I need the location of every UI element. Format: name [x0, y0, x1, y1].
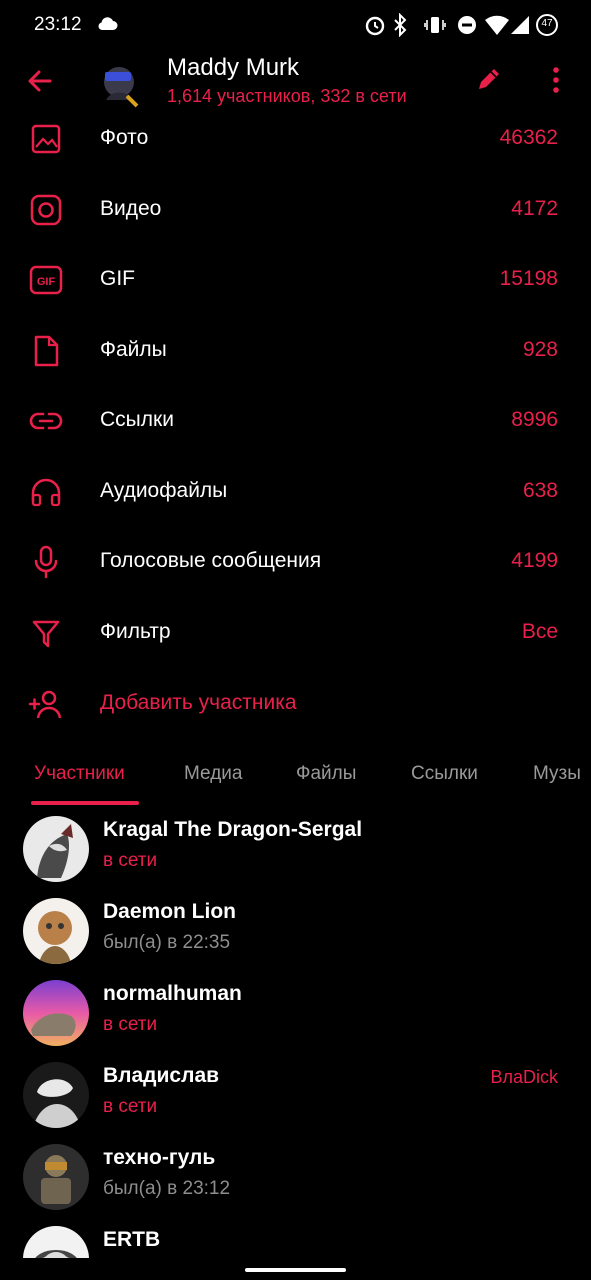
member-row[interactable]: ERTB	[0, 1223, 591, 1258]
active-tab-indicator	[31, 801, 139, 805]
menu-item-videos[interactable]: Видео 4172	[0, 175, 591, 245]
menu-item-voice[interactable]: Голосовые сообщения 4199	[0, 527, 591, 597]
tab-members[interactable]: Участники	[34, 763, 125, 785]
add-user-icon	[28, 690, 62, 719]
menu-item-filter[interactable]: Фильтр Все	[0, 598, 591, 668]
menu-item-audio[interactable]: Аудиофайлы 638	[0, 457, 591, 527]
menu-item-count: 928	[522, 338, 558, 361]
menu-item-label: Ссылки	[100, 408, 174, 431]
vibrate-icon	[424, 17, 446, 33]
member-row[interactable]: Владислав в сети ВлаDick	[0, 1059, 591, 1141]
menu-item-count: 8996	[511, 408, 558, 431]
menu-item-label: GIF	[100, 267, 135, 290]
member-name: Kragal The Dragon-Sergal	[103, 818, 363, 841]
svg-text:GIF: GIF	[37, 276, 56, 288]
member-row[interactable]: Kragal The Dragon-Sergal в сети	[0, 813, 591, 895]
menu-item-count: 4199	[511, 549, 558, 572]
file-icon	[34, 335, 59, 367]
tab-links[interactable]: Ссылки	[411, 763, 478, 785]
video-icon	[30, 194, 62, 226]
member-custom-title: ВлаDick	[490, 1067, 558, 1087]
member-row[interactable]: Daemon Lion был(а) в 22:35	[0, 895, 591, 977]
member-status: в сети	[103, 1096, 158, 1117]
menu-item-count: 46362	[499, 126, 558, 149]
avatar	[23, 980, 89, 1046]
headphones-icon	[31, 478, 61, 507]
alarm-icon	[365, 16, 385, 36]
member-status: в сети	[103, 850, 158, 871]
menu-item-count: 638	[522, 479, 558, 502]
member-row[interactable]: техно-гуль был(а) в 23:12	[0, 1141, 591, 1223]
avatar	[23, 898, 89, 964]
edit-pencil-icon[interactable]	[474, 64, 504, 94]
add-member-label: Добавить участника	[100, 691, 297, 714]
avatar	[23, 816, 89, 882]
add-member-button[interactable]: Добавить участника	[0, 669, 591, 739]
menu-item-gif[interactable]: GIF GIF 15198	[0, 245, 591, 315]
do-not-disturb-icon	[458, 16, 476, 34]
signal-icon	[511, 16, 529, 34]
member-name: Владислав	[103, 1064, 220, 1087]
wifi-icon	[485, 15, 509, 36]
avatar	[23, 1062, 89, 1128]
menu-item-files[interactable]: Файлы 928	[0, 316, 591, 386]
member-name: normalhuman	[103, 982, 242, 1005]
member-name: ERTB	[103, 1228, 161, 1251]
member-name: Daemon Lion	[103, 900, 237, 923]
filter-value[interactable]: Все	[522, 620, 558, 644]
menu-item-label: Видео	[100, 197, 162, 220]
menu-item-label: Фото	[100, 126, 149, 149]
chat-title: Maddy Murk	[167, 54, 300, 81]
battery-level: 47	[541, 18, 553, 29]
avatar	[23, 1226, 89, 1258]
cloud-icon	[98, 17, 118, 30]
status-time: 23:12	[34, 14, 82, 35]
menu-item-label: Голосовые сообщения	[100, 549, 322, 572]
bluetooth-icon	[394, 13, 407, 37]
tab-music[interactable]: Музы	[533, 763, 581, 785]
menu-item-label: Файлы	[100, 338, 167, 361]
menu-item-links[interactable]: Ссылки 8996	[0, 386, 591, 456]
menu-item-photos[interactable]: Фото 46362	[0, 104, 591, 174]
menu-item-label: Аудиофайлы	[100, 479, 228, 502]
member-status: в сети	[103, 1014, 158, 1035]
menu-item-count: 4172	[511, 197, 558, 220]
more-vertical-icon[interactable]	[546, 64, 566, 96]
gif-icon: GIF	[29, 265, 63, 295]
photo-icon	[31, 124, 61, 154]
back-arrow-icon[interactable]	[22, 63, 58, 99]
menu-item-count: 15198	[499, 267, 558, 290]
tab-files[interactable]: Файлы	[296, 763, 356, 785]
filter-icon	[32, 620, 60, 648]
avatar	[23, 1144, 89, 1210]
microphone-icon	[34, 545, 58, 579]
menu-item-label: Фильтр	[100, 620, 171, 643]
member-status: был(а) в 22:35	[103, 932, 231, 953]
gesture-nav-bar[interactable]	[245, 1268, 346, 1272]
member-row[interactable]: normalhuman в сети	[0, 977, 591, 1059]
status-bar: 23:12 47	[0, 0, 591, 50]
tab-media[interactable]: Медиа	[184, 763, 242, 785]
link-icon	[29, 412, 63, 430]
member-name: техно-гуль	[103, 1146, 216, 1169]
media-tabs: Участники Медиа Файлы Ссылки Музы	[0, 745, 591, 807]
member-status: был(а) в 23:12	[103, 1178, 231, 1199]
